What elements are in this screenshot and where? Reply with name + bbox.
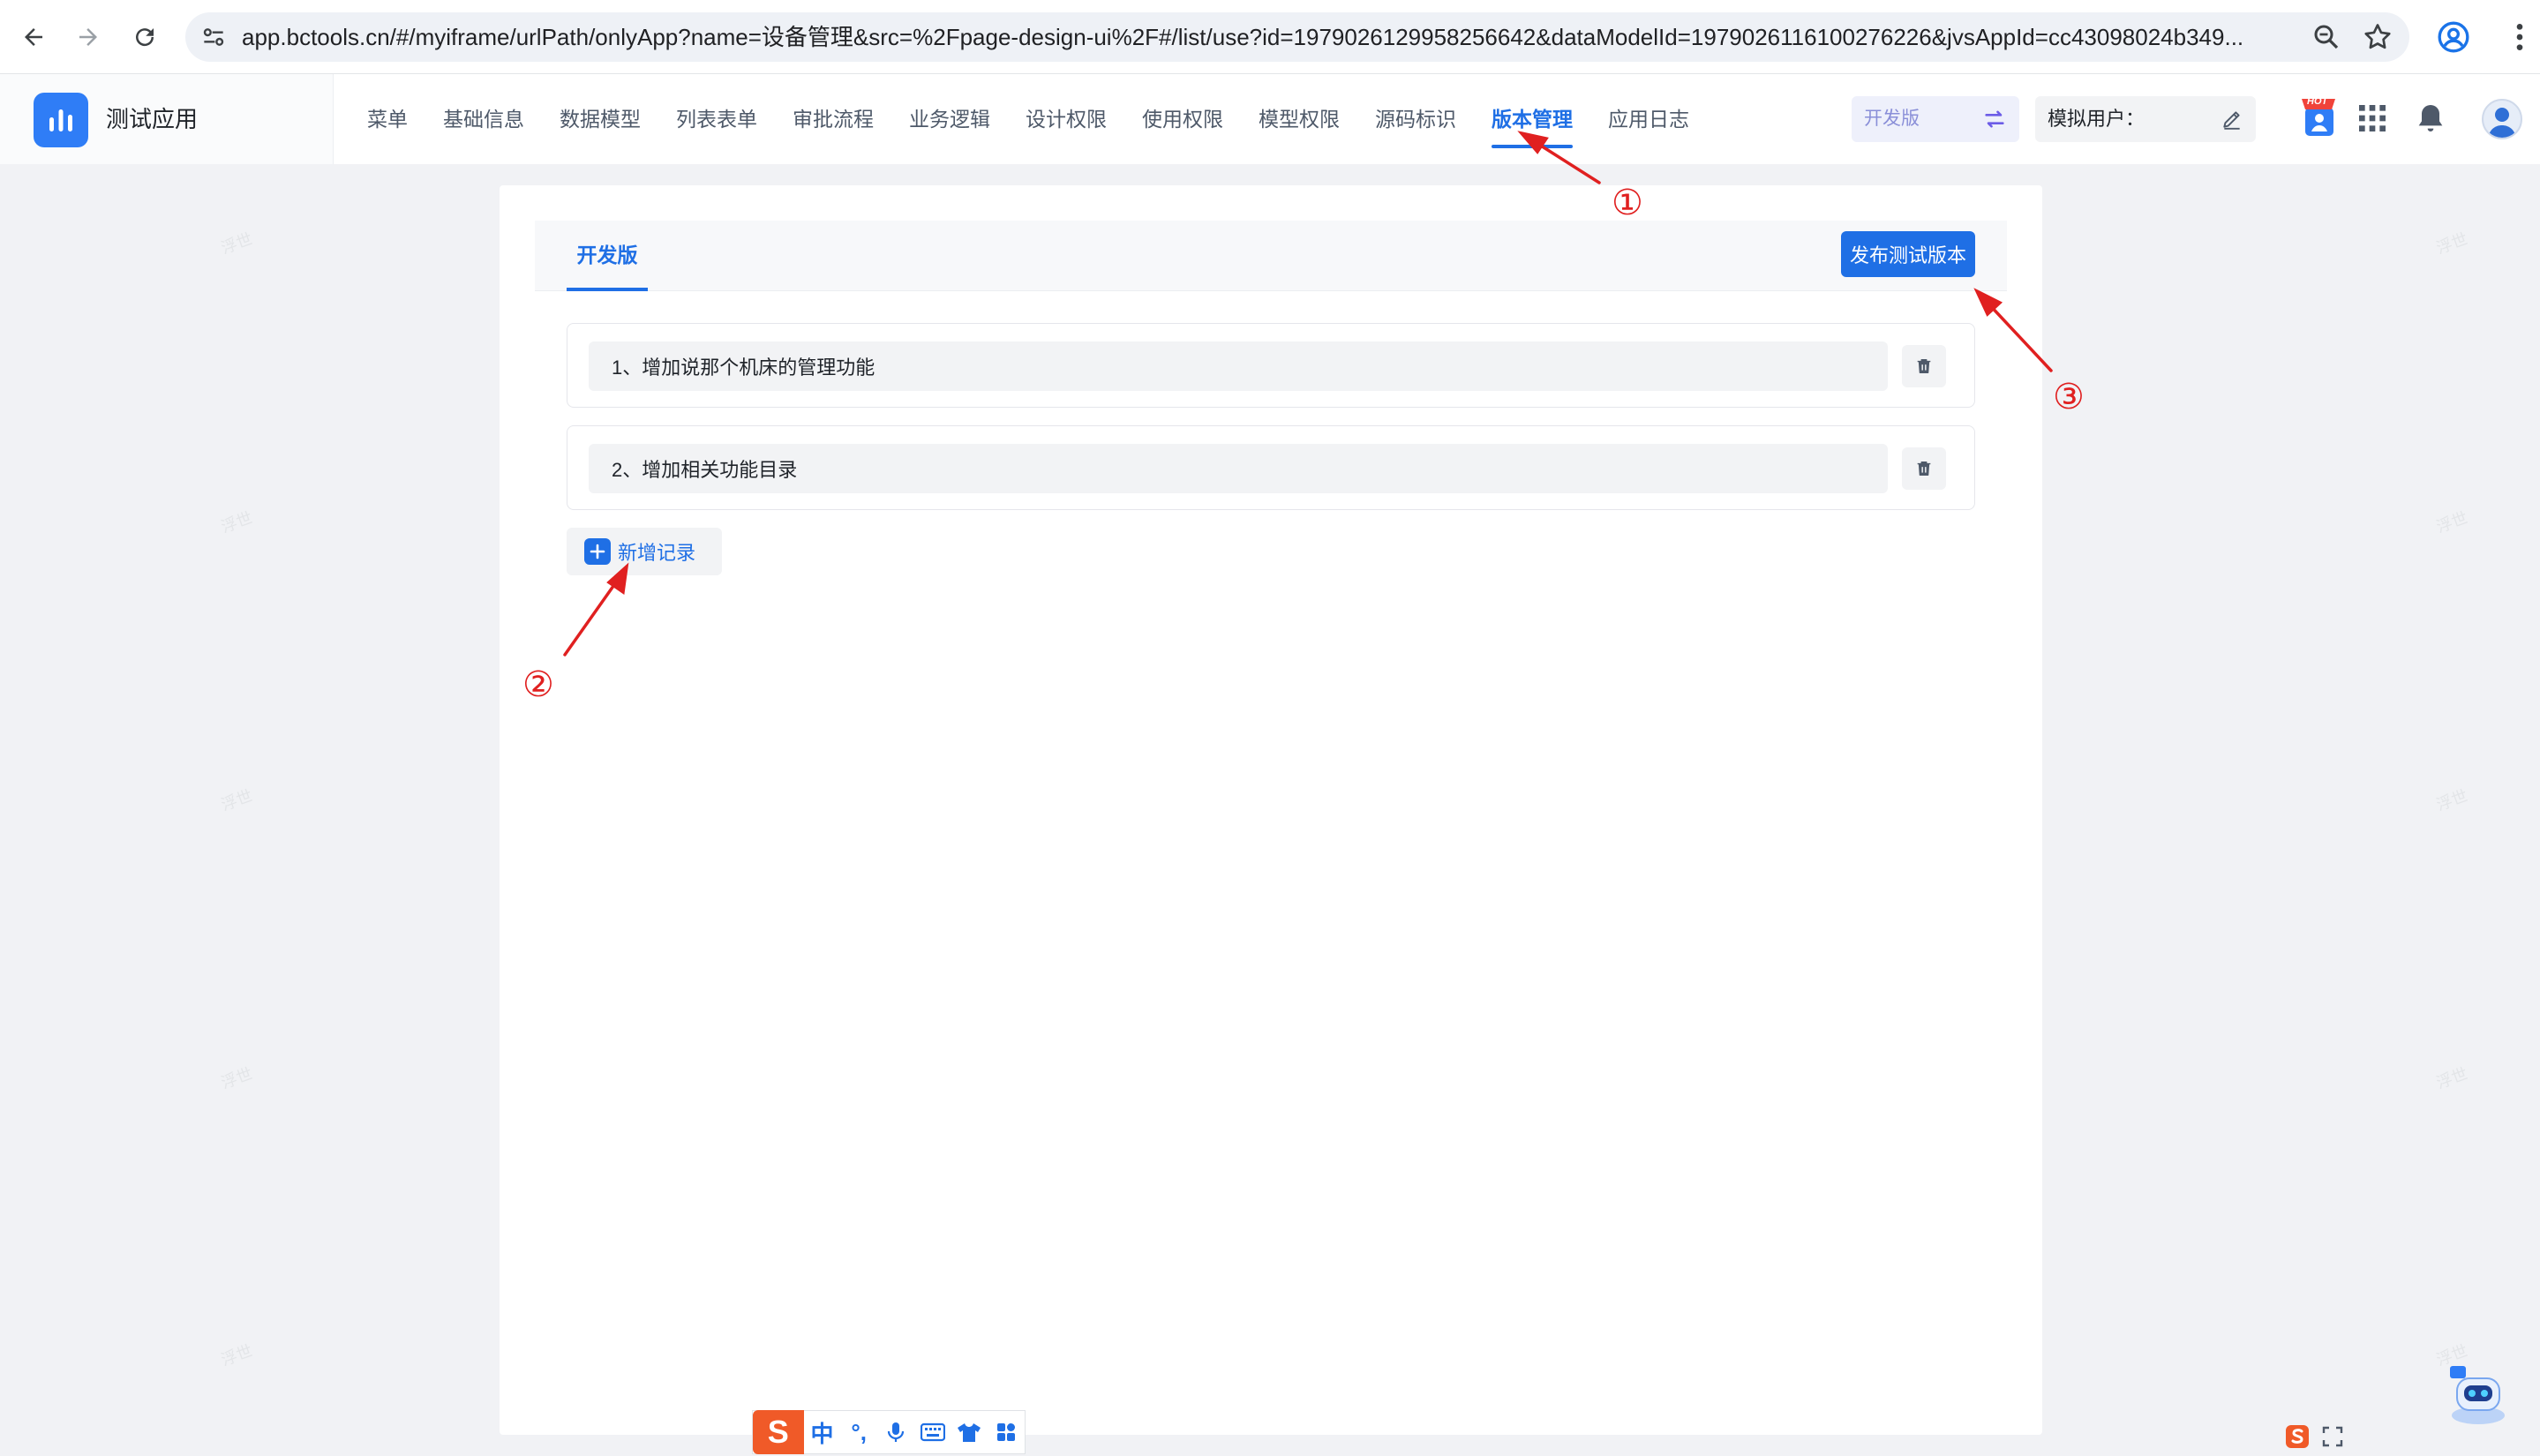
shirt-icon — [958, 1423, 981, 1442]
bookmark-star-icon[interactable] — [2362, 21, 2393, 53]
watermark-text: 浮世 — [2434, 229, 2470, 258]
record-input[interactable] — [589, 444, 1888, 493]
publish-test-version-button[interactable]: 发布测试版本 — [1841, 231, 1975, 277]
microphone-icon — [887, 1422, 905, 1442]
ime-skin-button[interactable] — [951, 1410, 988, 1454]
record-input[interactable] — [589, 341, 1888, 391]
annotation-marker-3: ③ — [2053, 377, 2085, 417]
system-tray — [2279, 1419, 2349, 1454]
browser-toolbar: app.bctools.cn/#/myiframe/urlPath/onlyAp… — [0, 0, 2540, 74]
delete-record-button[interactable] — [1902, 345, 1946, 387]
watermark-text: 浮世 — [2434, 786, 2470, 814]
ime-voice-button[interactable] — [877, 1410, 914, 1454]
zoom-icon[interactable] — [2311, 21, 2342, 53]
grid-apps-icon — [997, 1423, 1016, 1441]
ime-punctuation-toggle[interactable]: °, — [840, 1410, 877, 1454]
annotation-marker-1: ① — [1612, 183, 1643, 223]
trash-icon — [1917, 358, 1931, 374]
keyboard-icon — [920, 1422, 945, 1442]
app-header: 测试应用 菜单 基础信息 数据模型 列表表单 审批流程 业务逻辑 设计权限 使用… — [0, 74, 2540, 164]
profile-icon[interactable] — [2436, 19, 2471, 55]
menu-item-data-model[interactable]: 数据模型 — [560, 74, 641, 164]
plus-icon — [584, 538, 611, 565]
robot-icon — [2450, 1366, 2505, 1424]
ime-keyboard-button[interactable] — [914, 1410, 951, 1454]
add-record-button[interactable]: 新增记录 — [567, 528, 722, 575]
edit-icon[interactable] — [2221, 108, 2243, 131]
watermark-text: 浮世 — [219, 786, 255, 814]
version-panel: 开发版 发布测试版本 新增记录 — [500, 185, 2042, 1435]
back-button[interactable] — [12, 16, 55, 58]
address-bar[interactable]: app.bctools.cn/#/myiframe/urlPath/onlyAp… — [185, 12, 2409, 62]
menu-item-menu[interactable]: 菜单 — [367, 74, 408, 164]
ime-mode-toggle[interactable]: 中 — [804, 1410, 841, 1454]
reload-icon — [136, 28, 154, 47]
app-brand[interactable]: 测试应用 — [0, 74, 334, 164]
forward-button[interactable] — [67, 16, 109, 58]
version-record — [567, 323, 1975, 408]
bar-chart-icon — [49, 109, 72, 131]
menu-item-basic-info[interactable]: 基础信息 — [443, 74, 524, 164]
apps-grid-icon[interactable] — [2355, 101, 2390, 136]
menu-item-source-identifier[interactable]: 源码标识 — [1375, 74, 1456, 164]
reload-button[interactable] — [124, 16, 166, 58]
site-settings-icon[interactable] — [199, 23, 228, 51]
watermark-text: 浮世 — [219, 229, 255, 258]
environment-select[interactable]: 开发版 — [1852, 96, 2019, 142]
top-menu: 菜单 基础信息 数据模型 列表表单 审批流程 业务逻辑 设计权限 使用权限 模型… — [367, 74, 1725, 164]
trash-icon — [1917, 461, 1931, 477]
bell-icon[interactable] — [2413, 101, 2448, 136]
arrow-right-icon — [79, 28, 97, 46]
version-record — [567, 425, 1975, 510]
url-text[interactable]: app.bctools.cn/#/myiframe/urlPath/onlyAp… — [242, 12, 2307, 62]
sogou-tray-icon[interactable] — [2284, 1423, 2311, 1450]
add-record-label: 新增记录 — [618, 542, 696, 564]
watermark-text: 浮世 — [2434, 508, 2470, 537]
menu-item-design-permission[interactable]: 设计权限 — [1026, 74, 1107, 164]
hot-badge-text: HOT — [2307, 96, 2328, 107]
swap-icon — [1985, 110, 2004, 128]
more-menu-icon[interactable] — [2506, 19, 2533, 55]
menu-item-app-log[interactable]: 应用日志 — [1608, 74, 1689, 164]
watermark-text: 浮世 — [219, 1341, 255, 1370]
arrow-left-icon — [25, 28, 42, 46]
ime-toolbox-button[interactable] — [988, 1410, 1025, 1454]
simulate-user-field[interactable]: 模拟用户： — [2035, 96, 2256, 142]
menu-item-approval-flow[interactable]: 审批流程 — [793, 74, 874, 164]
hot-feature-button[interactable]: HOT — [2300, 95, 2339, 139]
menu-item-use-permission[interactable]: 使用权限 — [1142, 74, 1223, 164]
menu-item-version-management[interactable]: 版本管理 — [1492, 74, 1573, 164]
annotation-marker-2: ② — [522, 664, 554, 705]
menu-item-model-permission[interactable]: 模型权限 — [1259, 74, 1340, 164]
tab-dev-version[interactable]: 开发版 — [567, 221, 648, 291]
menu-item-list-form[interactable]: 列表表单 — [676, 74, 757, 164]
watermark-text: 浮世 — [219, 1064, 255, 1092]
delete-record-button[interactable] — [1902, 447, 1946, 490]
watermark-text: 浮世 — [219, 508, 255, 537]
screenshot-tray-icon[interactable] — [2321, 1425, 2344, 1448]
user-icon — [2488, 108, 2516, 138]
app-logo — [34, 93, 88, 147]
version-tab-bar: 开发版 — [535, 221, 2007, 291]
watermark-text: 浮世 — [2434, 1064, 2470, 1092]
user-avatar[interactable] — [2482, 99, 2522, 139]
simulate-user-label: 模拟用户： — [2048, 108, 2145, 130]
ime-toolbar: S 中 °, — [752, 1410, 1026, 1454]
menu-item-business-logic[interactable]: 业务逻辑 — [909, 74, 990, 164]
ime-logo[interactable]: S — [753, 1410, 804, 1454]
environment-label: 开发版 — [1864, 109, 1920, 129]
app-name: 测试应用 — [106, 106, 199, 132]
ai-assistant-button[interactable] — [2443, 1359, 2514, 1430]
